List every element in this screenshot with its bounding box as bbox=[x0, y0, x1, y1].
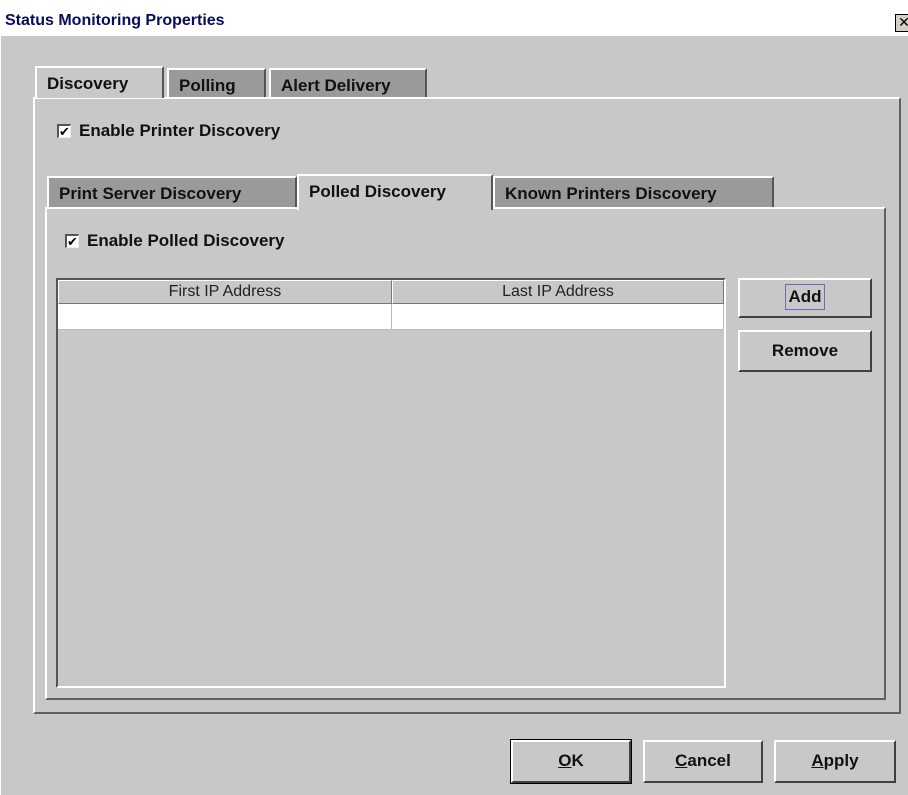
tab-polled-discovery[interactable]: Polled Discovery bbox=[297, 174, 493, 210]
tab-polling-label: Polling bbox=[179, 76, 236, 95]
remove-button-label: Remove bbox=[771, 341, 839, 360]
first-ip-cell[interactable] bbox=[58, 304, 392, 330]
tab-discovery[interactable]: Discovery bbox=[35, 66, 164, 98]
enable-polled-discovery-label: Enable Polled Discovery bbox=[87, 231, 285, 250]
tab-alert-delivery-label: Alert Delivery bbox=[281, 76, 391, 95]
tab-polled-discovery-label: Polled Discovery bbox=[309, 182, 447, 201]
cancel-button[interactable]: Cancel bbox=[643, 740, 763, 783]
tab-discovery-label: Discovery bbox=[47, 74, 129, 93]
tab-print-server-discovery-label: Print Server Discovery bbox=[59, 184, 242, 203]
close-icon[interactable]: ✕ bbox=[895, 14, 908, 32]
apply-mnemonic: A bbox=[811, 751, 824, 770]
tab-known-printers-discovery-label: Known Printers Discovery bbox=[505, 184, 717, 203]
table-row[interactable] bbox=[58, 304, 724, 330]
apply-label-rest: pply bbox=[823, 751, 859, 770]
enable-printer-discovery-label: Enable Printer Discovery bbox=[79, 121, 281, 140]
ok-mnemonic: O bbox=[558, 751, 572, 770]
tab-known-printers-discovery[interactable]: Known Printers Discovery bbox=[493, 176, 774, 207]
tab-print-server-discovery[interactable]: Print Server Discovery bbox=[47, 176, 297, 207]
add-button-label: Add bbox=[785, 284, 825, 310]
remove-button[interactable]: Remove bbox=[738, 330, 872, 372]
column-header-last-ip[interactable]: Last IP Address bbox=[392, 280, 724, 304]
enable-printer-discovery-checkbox[interactable]: ✔ bbox=[57, 124, 71, 138]
column-header-first-ip[interactable]: First IP Address bbox=[58, 280, 392, 304]
window-title: Status Monitoring Properties bbox=[5, 12, 225, 29]
cancel-mnemonic: C bbox=[675, 751, 688, 770]
ip-range-table[interactable]: First IP Address Last IP Address bbox=[56, 278, 726, 688]
tab-alert-delivery[interactable]: Alert Delivery bbox=[269, 68, 427, 97]
ok-label-rest: K bbox=[571, 751, 584, 770]
cancel-label-rest: ancel bbox=[687, 751, 731, 770]
last-ip-cell[interactable] bbox=[392, 304, 724, 330]
ok-button[interactable]: OK bbox=[510, 739, 632, 784]
enable-polled-discovery-row[interactable]: ✔ Enable Polled Discovery bbox=[65, 231, 284, 251]
dialog-window: Status Monitoring Properties ✕ Discovery… bbox=[0, 0, 908, 795]
enable-polled-discovery-checkbox[interactable]: ✔ bbox=[65, 234, 79, 248]
enable-printer-discovery-row[interactable]: ✔ Enable Printer Discovery bbox=[57, 121, 280, 141]
add-button[interactable]: Add bbox=[738, 278, 872, 318]
title-bar[interactable]: Status Monitoring Properties bbox=[1, 0, 908, 36]
table-header: First IP Address Last IP Address bbox=[58, 280, 724, 304]
apply-button[interactable]: Apply bbox=[774, 740, 896, 783]
tab-polling[interactable]: Polling bbox=[167, 68, 266, 97]
